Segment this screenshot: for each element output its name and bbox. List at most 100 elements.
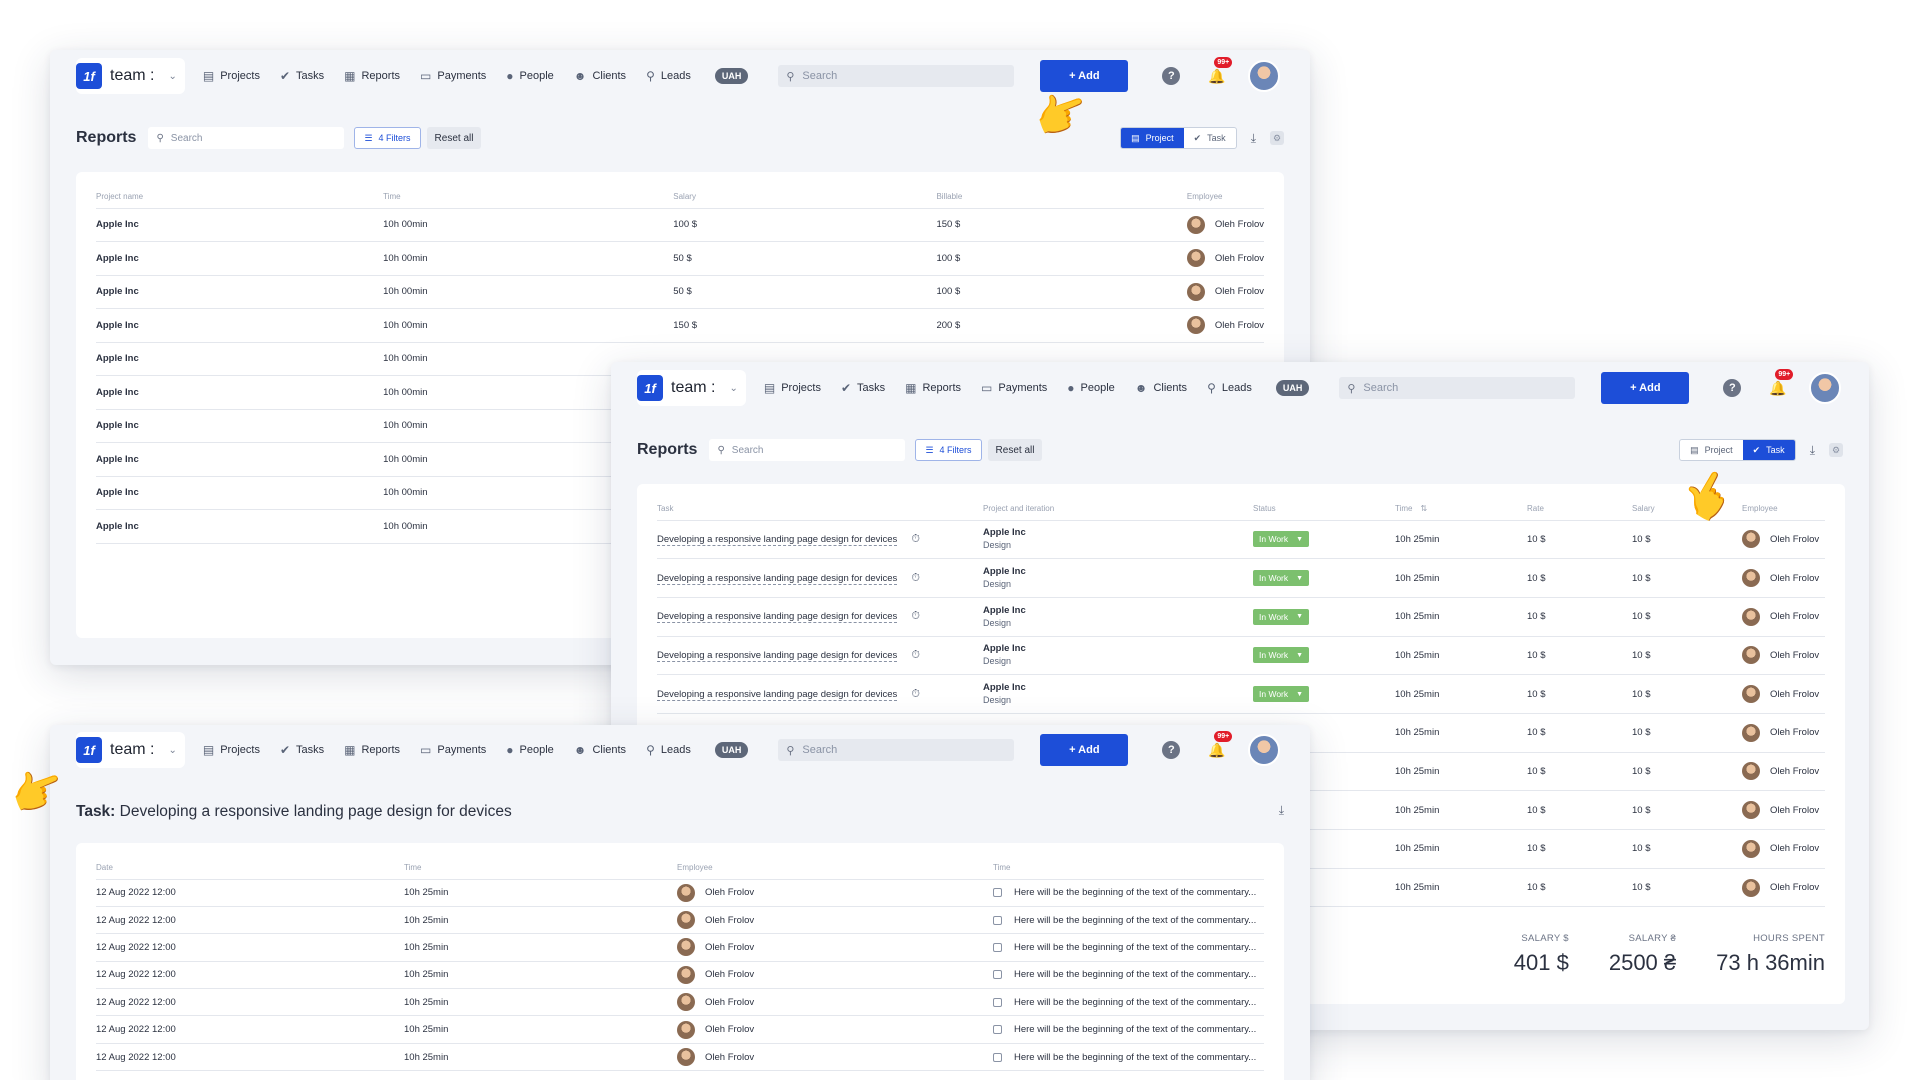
view-project-button[interactable]: ▤ Project <box>1121 128 1184 148</box>
timer-icon[interactable]: ⏱ <box>911 649 920 661</box>
table-row[interactable]: 12 Aug 2022 12:00 10h 25min Oleh Frolov Her… <box>96 988 1264 1017</box>
table-row[interactable]: Apple Inc 10h 00min 100 $150 $ Oleh Frolov <box>96 208 1264 242</box>
currency-badge[interactable]: UAH <box>714 742 749 758</box>
nav-item-leads[interactable]: ⚲ Leads <box>646 69 691 83</box>
status-dropdown[interactable]: In Work ▼ <box>1253 647 1310 664</box>
table-row[interactable]: Developing a responsive landing page des… <box>657 674 1825 714</box>
task-link[interactable]: Developing a responsive landing page des… <box>657 572 898 585</box>
avatar <box>677 911 695 930</box>
table-row[interactable]: Developing a responsive landing page des… <box>657 520 1825 560</box>
nav-item-people[interactable]: ● People <box>506 69 554 83</box>
global-search-input[interactable]: ⚲ Search <box>778 739 1015 761</box>
nav-item-tasks[interactable]: ✔ Tasks <box>841 381 885 395</box>
brand-switcher[interactable]: 1f team : ⌄ <box>76 58 185 94</box>
reports-search-input[interactable]: ⚲ Search <box>148 127 345 149</box>
table-row[interactable]: Apple Inc 10h 00min 150 $200 $ Oleh Frolov <box>96 308 1264 343</box>
view-project-button[interactable]: ▤ Project <box>1680 440 1743 460</box>
currency-badge[interactable]: UAH <box>714 68 749 84</box>
status-dropdown[interactable]: In Work ▼ <box>1253 686 1310 703</box>
add-button[interactable]: + Add <box>1601 372 1690 404</box>
comment-cell: Here will be the beginning of the text o… <box>993 879 1264 907</box>
bell-icon[interactable]: 🔔 99+ <box>1208 56 1233 85</box>
add-button[interactable]: + Add <box>1040 60 1129 92</box>
download-icon[interactable]: ⤓ <box>1279 803 1284 818</box>
download-icon[interactable]: ⤓ <box>1810 443 1815 458</box>
salary-cell: 10 $ <box>1632 558 1742 598</box>
nav-item-clients[interactable]: ☻ Clients <box>574 743 626 757</box>
nav-item-reports[interactable]: ▦ Reports <box>905 381 961 395</box>
timer-icon[interactable]: ⏱ <box>911 533 920 545</box>
download-icon[interactable]: ⤓ <box>1251 131 1256 146</box>
reset-all-button[interactable]: Reset all <box>426 127 482 149</box>
nav-item-reports[interactable]: ▦ Reports <box>344 743 400 757</box>
nav-item-tasks[interactable]: ✔ Tasks <box>280 743 324 757</box>
task-link[interactable]: Developing a responsive landing page des… <box>657 611 898 624</box>
table-row[interactable]: Developing a responsive landing page des… <box>657 636 1825 676</box>
user-avatar[interactable] <box>1247 60 1280 92</box>
rate-cell: 10 $ <box>1527 713 1632 753</box>
table-row[interactable]: 12 Aug 2022 12:00 10h 25min Oleh Frolov Her… <box>96 1043 1264 1072</box>
status-dropdown[interactable]: In Work ▼ <box>1253 570 1310 587</box>
brand-switcher[interactable]: 1f team : ⌄ <box>637 370 746 406</box>
table-row[interactable]: Developing a responsive landing page des… <box>657 558 1825 598</box>
nav-item-leads[interactable]: ⚲ Leads <box>1207 381 1252 395</box>
reports-search-input[interactable]: ⚲ Search <box>709 439 906 461</box>
sort-icon[interactable]: ⇅ <box>1420 504 1427 513</box>
timer-icon[interactable]: ⏱ <box>911 688 920 700</box>
add-button[interactable]: + Add <box>1040 734 1129 766</box>
bell-icon[interactable]: 🔔 99+ <box>1769 368 1794 397</box>
filters-button[interactable]: ☰ 4 Filters <box>915 439 982 461</box>
timer-icon[interactable]: ⏱ <box>911 572 920 584</box>
global-search-input[interactable]: ⚲ Search <box>778 65 1015 87</box>
currency-badge[interactable]: UAH <box>1275 380 1310 396</box>
global-search-input[interactable]: ⚲ Search <box>1339 377 1576 399</box>
help-icon[interactable]: ? <box>1162 741 1181 759</box>
table-row[interactable]: 12 Aug 2022 12:00 10h 25min Oleh Frolov Her… <box>96 961 1264 990</box>
card-icon: ▭ <box>420 743 432 757</box>
reset-all-button[interactable]: Reset all <box>987 439 1043 461</box>
employee-cell: Oleh Frolov <box>677 1043 993 1072</box>
nav-item-label: Payments <box>998 382 1048 394</box>
brand-switcher[interactable]: 1f team : ⌄ <box>76 732 185 768</box>
nav-item-projects[interactable]: ▤ Projects <box>203 69 260 83</box>
table-row[interactable]: 12 Aug 2022 12:00 10h 25min Oleh Frolov Her… <box>96 906 1264 935</box>
nav-item-payments[interactable]: ▭ Payments <box>420 69 486 83</box>
employee: Oleh Frolov <box>677 1020 993 1039</box>
status-dropdown[interactable]: In Work ▼ <box>1253 608 1310 625</box>
nav-item-leads[interactable]: ⚲ Leads <box>646 743 691 757</box>
table-row[interactable]: 12 Aug 2022 12:00 10h 25min Oleh Frolov Her… <box>96 879 1264 907</box>
table-row[interactable]: Developing a responsive landing page des… <box>657 597 1825 637</box>
nav-item-payments[interactable]: ▭ Payments <box>981 381 1047 395</box>
user-avatar[interactable] <box>1808 372 1841 404</box>
settings-icon[interactable]: ⚙ <box>1829 443 1843 457</box>
view-task-button[interactable]: ✔ Task <box>1184 128 1236 148</box>
task-link[interactable]: Developing a responsive landing page des… <box>657 649 898 662</box>
task-link[interactable]: Developing a responsive landing page des… <box>657 688 898 701</box>
employee-cell: Oleh Frolov <box>1186 208 1264 242</box>
nav-item-people[interactable]: ● People <box>1067 381 1115 395</box>
user-avatar[interactable] <box>1247 734 1280 766</box>
table-row[interactable]: 12 Aug 2022 12:00 10h 25min Oleh Frolov Her… <box>96 1015 1264 1044</box>
nav-item-clients[interactable]: ☻ Clients <box>574 69 626 83</box>
table-row[interactable]: Apple Inc 10h 00min 50 $100 $ Oleh Frolov <box>96 275 1264 309</box>
task-link[interactable]: Developing a responsive landing page des… <box>657 533 898 546</box>
nav-item-people[interactable]: ● People <box>506 743 554 757</box>
table-row[interactable]: Apple Inc 10h 00min 50 $100 $ Oleh Frolov <box>96 241 1264 276</box>
help-icon[interactable]: ? <box>1723 379 1742 397</box>
nav-item-projects[interactable]: ▤ Projects <box>203 743 260 757</box>
settings-icon[interactable]: ⚙ <box>1270 131 1284 145</box>
filters-button[interactable]: ☰ 4 Filters <box>354 127 421 149</box>
view-task-button[interactable]: ✔ Task <box>1742 440 1795 460</box>
nav-item-payments[interactable]: ▭ Payments <box>420 743 486 757</box>
help-icon[interactable]: ? <box>1162 67 1181 85</box>
bell-icon[interactable]: 🔔 99+ <box>1208 730 1233 759</box>
timer-icon[interactable]: ⏱ <box>911 610 920 622</box>
employee: Oleh Frolov <box>1742 762 1825 781</box>
nav-item-clients[interactable]: ☻ Clients <box>1135 381 1187 395</box>
nav-item-reports[interactable]: ▦ Reports <box>344 69 400 83</box>
table-row[interactable]: 12 Aug 2022 12:00 10h 25min Oleh Frolov Her… <box>96 933 1264 962</box>
status-dropdown[interactable]: In Work ▼ <box>1253 531 1310 548</box>
nav-item-projects[interactable]: ▤ Projects <box>764 381 821 395</box>
nav-item-tasks[interactable]: ✔ Tasks <box>280 69 324 83</box>
status-cell: In Work ▼ <box>1253 558 1395 598</box>
